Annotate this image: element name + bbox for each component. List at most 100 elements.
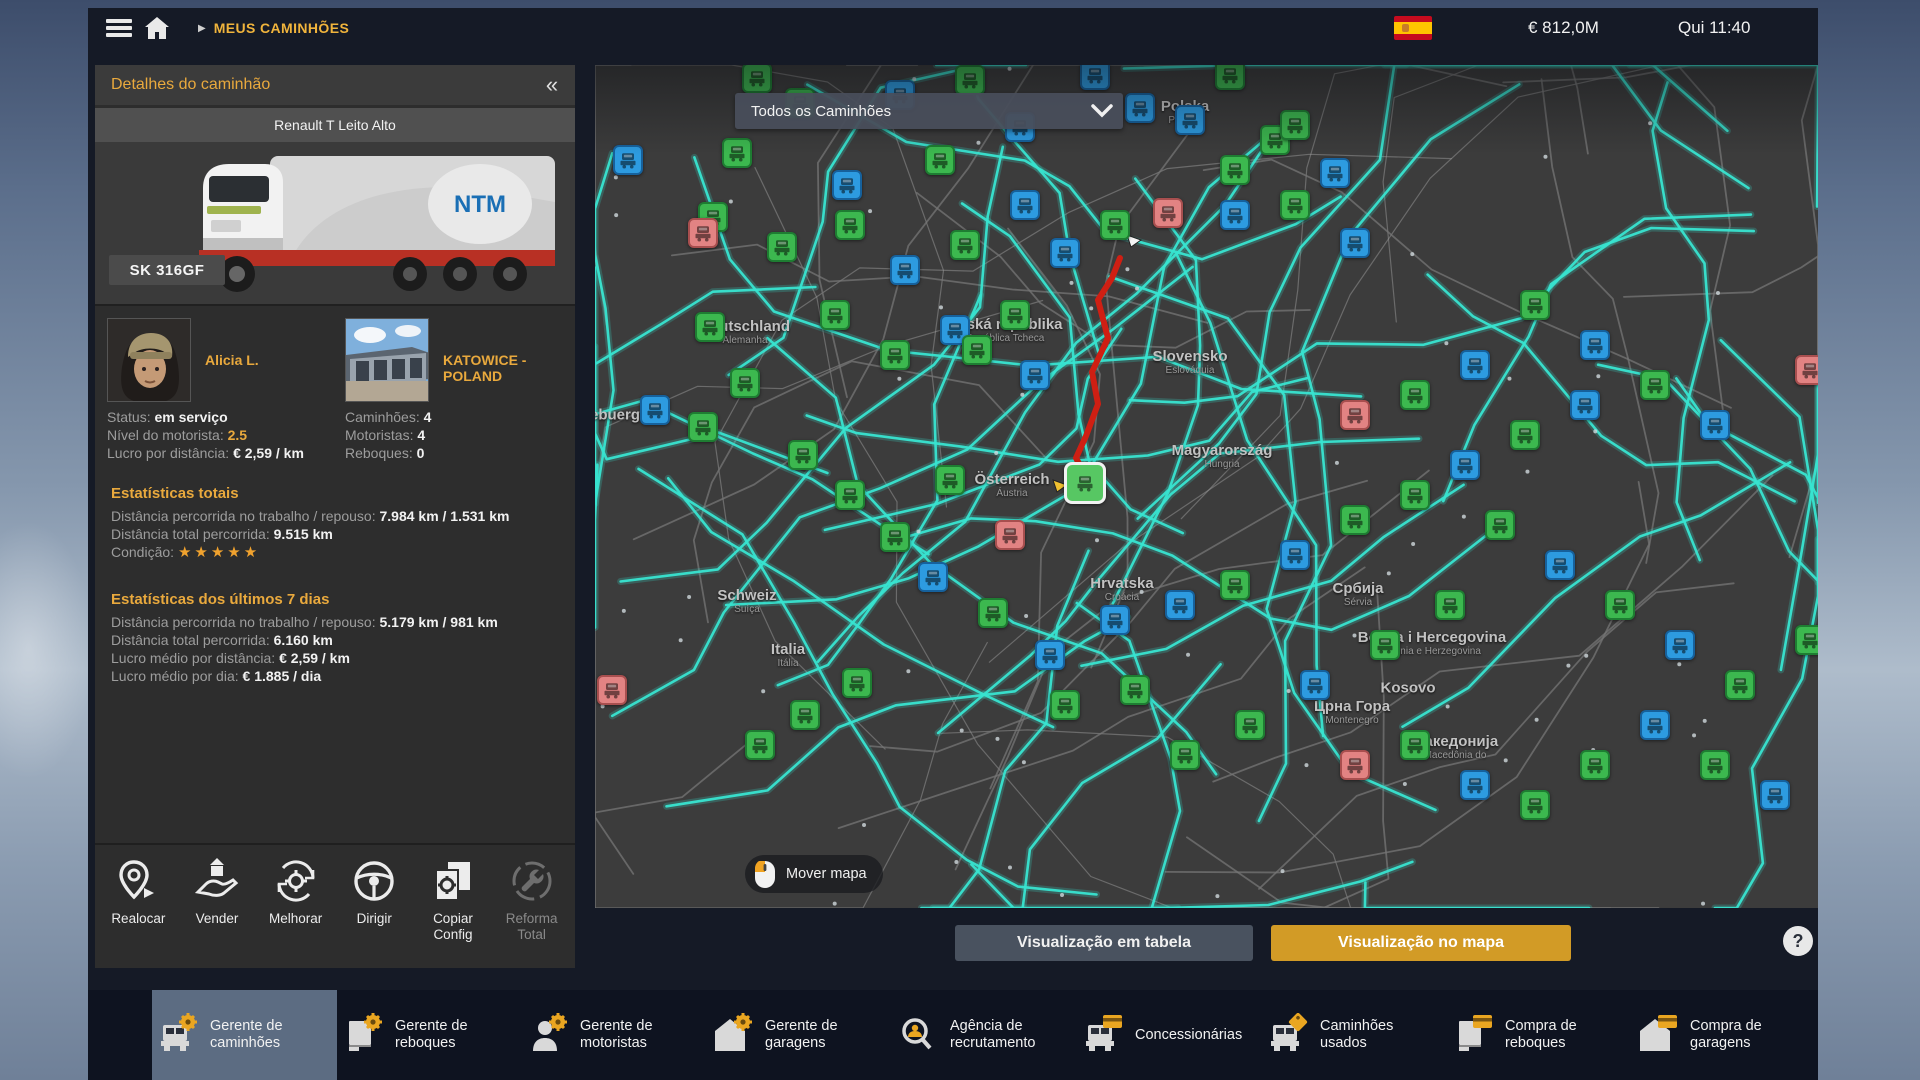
truck-marker[interactable] [1510,420,1540,450]
truck-marker[interactable] [1370,630,1400,660]
truck-marker[interactable] [890,255,920,285]
truck-marker[interactable] [1640,370,1670,400]
breadcrumb[interactable]: MEUS CAMINHÕES [214,20,350,36]
truck-marker[interactable] [1340,505,1370,535]
truck-marker[interactable] [1035,640,1065,670]
nav-garage-card[interactable]: Compra de garagens [1632,990,1817,1080]
truck-marker[interactable] [820,300,850,330]
truck-marker[interactable] [842,668,872,698]
truck-marker[interactable] [950,230,980,260]
driver-name[interactable]: Alicia L. [205,352,259,368]
truck-marker[interactable] [880,340,910,370]
garage-name[interactable]: KATOWICE - POLAND [443,352,575,384]
table-view-button[interactable]: Visualização em tabela [955,925,1253,961]
truck-marker[interactable] [1460,770,1490,800]
selected-truck-marker[interactable] [1064,462,1106,504]
truck-marker[interactable] [832,170,862,200]
truck-marker[interactable] [962,335,992,365]
truck-marker[interactable] [1320,158,1350,188]
truck-marker[interactable] [995,520,1025,550]
truck-marker[interactable] [640,395,670,425]
menu-icon[interactable] [100,13,138,43]
spain-flag-icon[interactable] [1394,16,1432,40]
truck-marker[interactable] [695,312,725,342]
truck-marker[interactable] [1220,155,1250,185]
truck-marker[interactable] [730,368,760,398]
truck-marker[interactable] [1795,355,1818,385]
help-button[interactable]: ? [1783,926,1813,956]
collapse-panel-button[interactable]: « [535,70,569,100]
truck-marker[interactable] [1400,380,1430,410]
truck-marker[interactable] [688,218,718,248]
truck-marker[interactable] [835,210,865,240]
truck-marker[interactable] [935,465,965,495]
nav-trailer-card[interactable]: Compra de reboques [1447,990,1632,1080]
garage-photo[interactable] [345,318,429,402]
truck-marker[interactable] [1120,675,1150,705]
nav-truck-tag[interactable]: Caminhões usados [1262,990,1447,1080]
truck-marker[interactable] [1100,210,1130,240]
action-sell-button[interactable]: Vender [179,855,255,968]
fleet-map[interactable]: PolskaPolôniaDeutschlandAlemanhaČeská re… [595,65,1818,908]
truck-marker[interactable] [1280,540,1310,570]
truck-marker[interactable] [978,598,1008,628]
truck-marker[interactable] [1570,390,1600,420]
map-view-button[interactable]: Visualização no mapa [1271,925,1571,961]
truck-marker[interactable] [835,480,865,510]
truck-marker[interactable] [1340,750,1370,780]
truck-marker[interactable] [1400,480,1430,510]
nav-truck-card[interactable]: Concessionárias [1077,990,1262,1080]
truck-marker[interactable] [1165,590,1195,620]
truck-marker[interactable] [880,522,910,552]
nav-recruit[interactable]: Agência de recrutamento [892,990,1077,1080]
nav-garage-gear[interactable]: Gerente de garagens [707,990,892,1080]
truck-marker[interactable] [1520,290,1550,320]
truck-marker[interactable] [1435,590,1465,620]
truck-marker[interactable] [597,675,627,705]
truck-marker[interactable] [1235,710,1265,740]
truck-marker[interactable] [1000,300,1030,330]
truck-marker[interactable] [1795,625,1818,655]
truck-marker[interactable] [1340,228,1370,258]
truck-marker[interactable] [1760,780,1790,810]
truck-marker[interactable] [1605,590,1635,620]
truck-marker[interactable] [1665,630,1695,660]
truck-marker[interactable] [1100,605,1130,635]
truck-marker[interactable] [1220,200,1250,230]
truck-marker[interactable] [1170,740,1200,770]
action-copy-button[interactable]: Copiar Config [415,855,491,968]
nav-driver-gear[interactable]: Gerente de motoristas [522,990,707,1080]
home-icon[interactable] [138,13,176,43]
truck-marker[interactable] [1700,410,1730,440]
truck-marker[interactable] [1580,750,1610,780]
nav-trailer-gear[interactable]: Gerente de reboques [337,990,522,1080]
truck-marker[interactable] [1010,190,1040,220]
truck-marker[interactable] [1280,190,1310,220]
action-upgrade-button[interactable]: Melhorar [258,855,334,968]
truck-marker[interactable] [688,412,718,442]
truck-marker[interactable] [1300,670,1330,700]
truck-marker[interactable] [1340,400,1370,430]
truck-marker[interactable] [1400,730,1430,760]
truck-marker[interactable] [767,232,797,262]
action-pin-button[interactable]: Realocar [100,855,176,968]
nav-truck-gear[interactable]: Gerente de caminhões [152,990,337,1080]
truck-marker[interactable] [1050,690,1080,720]
truck-marker[interactable] [1640,710,1670,740]
truck-marker[interactable] [1460,350,1490,380]
action-drive-button[interactable]: Dirigir [336,855,412,968]
truck-marker[interactable] [1020,360,1050,390]
truck-filter-dropdown[interactable]: Todos os Caminhões [735,93,1123,129]
truck-marker[interactable] [918,562,948,592]
truck-marker[interactable] [1545,550,1575,580]
truck-marker[interactable] [1220,570,1250,600]
truck-marker[interactable] [1725,670,1755,700]
truck-marker[interactable] [1580,330,1610,360]
truck-marker[interactable] [790,700,820,730]
truck-marker[interactable] [1153,198,1183,228]
truck-marker[interactable] [1700,750,1730,780]
truck-marker[interactable] [1050,238,1080,268]
truck-marker[interactable] [1485,510,1515,540]
truck-marker[interactable] [1520,790,1550,820]
truck-marker[interactable] [1450,450,1480,480]
